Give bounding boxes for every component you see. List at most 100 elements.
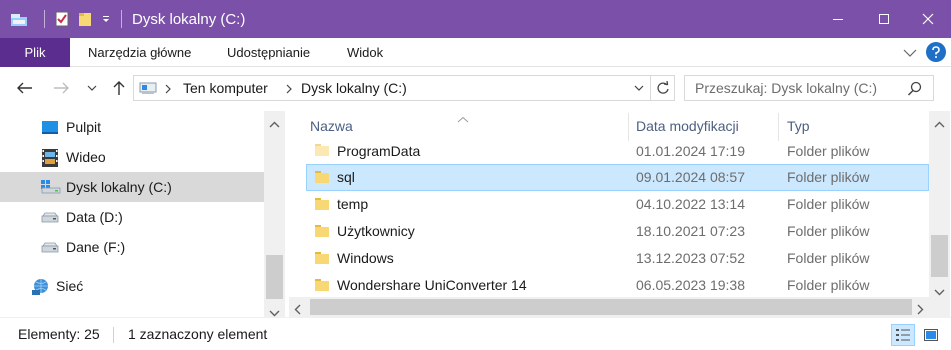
folder-icon bbox=[314, 143, 330, 157]
file-type: Folder plików bbox=[787, 277, 870, 293]
tab-home[interactable]: Narzędzia główne bbox=[88, 38, 191, 67]
explorer-app-icon[interactable] bbox=[0, 0, 38, 38]
file-type: Folder plików bbox=[787, 143, 870, 159]
drive-icon bbox=[40, 239, 60, 255]
expand-ribbon-chevron-icon[interactable] bbox=[902, 46, 918, 60]
drive-icon bbox=[40, 209, 60, 225]
file-row-sql[interactable]: sql 09.01.2024 08:57 Folder plików bbox=[306, 164, 929, 191]
file-date: 04.10.2022 13:14 bbox=[636, 196, 745, 212]
minimize-button[interactable] bbox=[815, 0, 861, 38]
back-arrow-icon bbox=[17, 82, 32, 94]
minimize-icon bbox=[833, 19, 843, 20]
file-date: 18.10.2021 07:23 bbox=[636, 223, 745, 239]
file-type: Folder plików bbox=[787, 250, 870, 266]
folder-icon bbox=[314, 197, 330, 211]
scroll-up-icon[interactable] bbox=[934, 116, 945, 132]
item-count: Elementy: 25 bbox=[18, 326, 100, 342]
address-toolbar: Ten komputer Dysk lokalny (C:) Przeszuka… bbox=[0, 67, 951, 111]
window-title: Dysk lokalny (C:) bbox=[132, 10, 246, 28]
scroll-left-icon[interactable] bbox=[294, 302, 302, 318]
file-name: Użytkownicy bbox=[337, 223, 415, 239]
address-dropdown-button[interactable] bbox=[628, 76, 650, 100]
column-divider[interactable] bbox=[628, 113, 629, 141]
file-list-vertical-scrollbar[interactable] bbox=[929, 111, 950, 297]
title-bar: Dysk lokalny (C:) bbox=[0, 0, 951, 38]
maximize-button[interactable] bbox=[861, 0, 907, 38]
close-button[interactable] bbox=[905, 0, 951, 38]
this-pc-icon bbox=[138, 80, 158, 96]
video-icon bbox=[40, 149, 60, 167]
forward-arrow-icon bbox=[54, 82, 69, 94]
details-view-button[interactable] bbox=[891, 324, 915, 346]
titlebar-separator bbox=[44, 10, 45, 28]
nav-item-dane-f[interactable]: Dane (F:) bbox=[0, 232, 264, 262]
scroll-up-icon[interactable] bbox=[269, 116, 280, 132]
status-bar: Elementy: 25 1 zaznaczony element bbox=[0, 317, 951, 350]
breadcrumb-local-disk[interactable]: Dysk lokalny (C:) bbox=[301, 76, 407, 100]
column-divider[interactable] bbox=[778, 113, 779, 141]
nav-item-videos[interactable]: Wideo bbox=[0, 142, 264, 172]
ribbon-tabs: Plik Narzędzia główne Udostępnianie Wido… bbox=[0, 38, 951, 67]
back-button[interactable] bbox=[14, 77, 36, 99]
nav-item-label: Dane (F:) bbox=[66, 239, 126, 255]
scroll-thumb[interactable] bbox=[266, 255, 283, 299]
large-icons-view-icon bbox=[924, 329, 938, 341]
breadcrumb-separator-icon[interactable] bbox=[164, 82, 172, 98]
file-row-uzytkownicy[interactable]: Użytkownicy 18.10.2021 07:23 Folder plik… bbox=[306, 218, 929, 245]
file-name: temp bbox=[337, 196, 369, 212]
large-icons-view-button[interactable] bbox=[919, 324, 943, 346]
scroll-thumb[interactable] bbox=[310, 299, 912, 315]
nav-item-label: Wideo bbox=[66, 149, 106, 165]
file-type: Folder plików bbox=[787, 223, 870, 239]
file-row-temp[interactable]: temp 04.10.2022 13:14 Folder plików bbox=[306, 191, 929, 218]
breadcrumb-this-pc[interactable]: Ten komputer bbox=[183, 76, 268, 100]
nav-pane-scrollbar[interactable] bbox=[264, 111, 285, 317]
titlebar-separator bbox=[121, 10, 122, 28]
column-header-name[interactable]: Nazwa bbox=[310, 111, 353, 139]
tab-view[interactable]: Widok bbox=[347, 38, 383, 67]
tab-share[interactable]: Udostępnianie bbox=[227, 38, 310, 67]
search-icon[interactable] bbox=[907, 81, 923, 100]
file-row-wondershare[interactable]: Wondershare UniConverter 14 06.05.2023 1… bbox=[306, 272, 929, 299]
properties-icon[interactable] bbox=[51, 0, 73, 38]
column-header-date-modified[interactable]: Data modyfikacji bbox=[636, 111, 739, 139]
breadcrumb-separator-icon[interactable] bbox=[285, 82, 293, 98]
scroll-thumb[interactable] bbox=[931, 235, 948, 277]
navigation-pane: Pulpit Wideo Dysk lokalny (C:) Data (D:)… bbox=[0, 111, 285, 317]
file-date: 09.01.2024 08:57 bbox=[636, 169, 745, 185]
file-date: 13.12.2023 07:52 bbox=[636, 250, 745, 266]
chevron-down-icon bbox=[87, 85, 97, 91]
nav-item-label: Sieć bbox=[56, 278, 84, 294]
customize-toolbar-chevron-icon[interactable] bbox=[97, 0, 115, 38]
details-view-icon bbox=[896, 329, 910, 341]
scrollbar-corner bbox=[929, 297, 950, 317]
file-name: sql bbox=[337, 169, 355, 185]
nav-item-data-d[interactable]: Data (D:) bbox=[0, 202, 264, 232]
scroll-right-icon[interactable] bbox=[916, 302, 924, 318]
file-name: ProgramData bbox=[337, 143, 421, 159]
file-type: Folder plików bbox=[787, 169, 870, 185]
nav-item-network[interactable]: Sieć bbox=[0, 271, 264, 301]
search-input[interactable]: Przeszukaj: Dysk lokalny (C:) bbox=[684, 75, 934, 101]
tab-file[interactable]: Plik bbox=[0, 38, 70, 67]
forward-button[interactable] bbox=[50, 77, 72, 99]
desktop-icon bbox=[40, 119, 60, 135]
file-list-horizontal-scrollbar[interactable] bbox=[289, 297, 929, 317]
network-icon bbox=[30, 278, 50, 295]
nav-item-local-disk-c[interactable]: Dysk lokalny (C:) bbox=[0, 172, 264, 202]
column-header-type[interactable]: Typ bbox=[787, 111, 810, 139]
help-icon[interactable] bbox=[926, 42, 946, 62]
up-button[interactable] bbox=[108, 77, 130, 99]
nav-item-desktop[interactable]: Pulpit bbox=[0, 112, 264, 142]
recent-locations-button[interactable] bbox=[83, 77, 101, 99]
chevron-down-icon bbox=[634, 85, 644, 91]
folder-icon bbox=[314, 251, 330, 265]
selection-count: 1 zaznaczony element bbox=[128, 326, 268, 342]
address-bar[interactable]: Ten komputer Dysk lokalny (C:) bbox=[133, 75, 675, 101]
nav-item-label: Pulpit bbox=[66, 119, 102, 135]
file-row-programdata[interactable]: ProgramData 01.01.2024 17:19 Folder plik… bbox=[306, 138, 929, 162]
file-row-windows[interactable]: Windows 13.12.2023 07:52 Folder plików bbox=[306, 245, 929, 272]
file-name: Wondershare UniConverter 14 bbox=[337, 277, 527, 293]
refresh-button[interactable] bbox=[650, 76, 674, 100]
new-folder-icon[interactable] bbox=[73, 0, 97, 38]
